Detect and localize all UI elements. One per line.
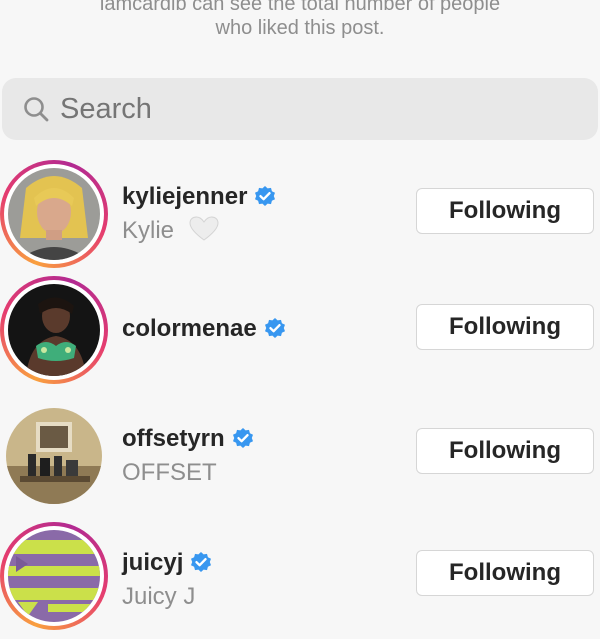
search-input[interactable] xyxy=(60,92,540,126)
white-heart-icon xyxy=(189,216,219,250)
account-names: offsetyrn OFFSET xyxy=(122,424,255,488)
account-row-kyliejenner[interactable]: kyliejenner Kylie Following xyxy=(0,160,600,270)
verified-badge-icon xyxy=(231,427,255,451)
kyliejenner-avatar-image xyxy=(8,168,100,260)
following-button[interactable]: Following xyxy=(416,550,594,596)
colormenae-avatar-image xyxy=(8,284,100,376)
avatar[interactable] xyxy=(0,160,108,268)
offsetyrn-avatar-image xyxy=(6,408,102,504)
verified-badge-icon xyxy=(253,185,277,209)
following-button[interactable]: Following xyxy=(416,428,594,474)
notice-line-2: who liked this post. xyxy=(215,17,385,39)
full-name: Kylie xyxy=(122,217,175,244)
username[interactable]: offsetyrn xyxy=(122,424,225,454)
username[interactable]: colormenae xyxy=(122,314,257,344)
account-row-colormenae[interactable]: colormenae Following xyxy=(0,276,600,386)
full-name: Juicy J xyxy=(122,583,196,610)
following-button[interactable]: Following xyxy=(416,188,594,234)
account-names: kyliejenner Kylie xyxy=(122,182,277,250)
juicyj-avatar-image xyxy=(8,530,100,622)
search-icon xyxy=(18,91,54,127)
account-row-offsetyrn[interactable]: offsetyrn OFFSET Following xyxy=(0,402,600,512)
verified-badge-icon xyxy=(263,317,287,341)
notice-line-1: iamcardib can see the total number of pe… xyxy=(99,0,501,15)
avatar[interactable] xyxy=(0,402,108,510)
account-names: colormenae xyxy=(122,314,287,344)
verified-badge-icon xyxy=(189,551,213,575)
avatar[interactable] xyxy=(0,522,108,630)
username[interactable]: juicyj xyxy=(122,548,183,578)
following-button[interactable]: Following xyxy=(416,304,594,350)
account-names: juicyj Juicy J xyxy=(122,548,213,612)
avatar[interactable] xyxy=(0,276,108,384)
likes-visibility-notice: iamcardib can see the total number of pe… xyxy=(0,0,600,40)
search-bar[interactable] xyxy=(2,78,598,140)
full-name: OFFSET xyxy=(122,459,217,486)
account-row-juicyj[interactable]: juicyj Juicy J Following xyxy=(0,522,600,632)
username[interactable]: kyliejenner xyxy=(122,182,247,212)
